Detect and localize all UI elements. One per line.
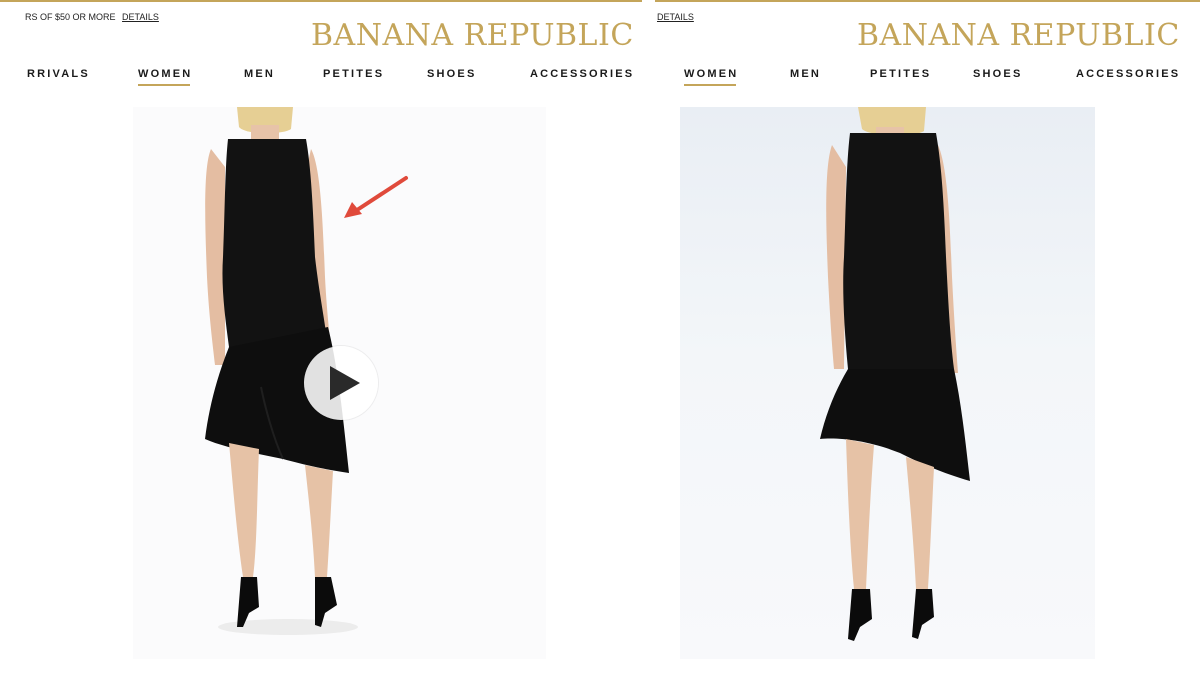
- play-video-button[interactable]: [304, 346, 378, 420]
- promo-text: RS OF $50 OR MORE: [25, 12, 116, 22]
- product-photo[interactable]: [680, 107, 1095, 659]
- nav-item-men[interactable]: MEN: [244, 68, 275, 80]
- nav-item-accessories[interactable]: ACCESSORIES: [530, 68, 634, 80]
- top-gold-rule: [0, 0, 642, 2]
- promo-banner: RS OF $50 OR MORE DETAILS: [25, 12, 159, 22]
- details-link[interactable]: DETAILS: [122, 12, 159, 22]
- details-link[interactable]: DETAILS: [657, 12, 694, 22]
- nav-item-men[interactable]: MEN: [790, 68, 821, 80]
- brand-logo[interactable]: BANANA REPUBLIC: [857, 18, 1180, 53]
- top-gold-rule: [655, 0, 1200, 2]
- nav-item-women[interactable]: WOMEN: [138, 68, 192, 86]
- nav-item-shoes[interactable]: SHOES: [427, 68, 477, 80]
- nav-item-petites[interactable]: PETITES: [870, 68, 931, 80]
- nav-item-women[interactable]: WOMEN: [684, 68, 738, 86]
- model-back-view-image: [820, 107, 970, 641]
- right-product-page: DETAILS BANANA REPUBLIC WOMEN MEN PETITE…: [655, 0, 1200, 679]
- promo-banner: DETAILS: [657, 12, 694, 22]
- left-product-page: RS OF $50 OR MORE DETAILS BANANA REPUBLI…: [0, 0, 642, 679]
- nav-item-shoes[interactable]: SHOES: [973, 68, 1023, 80]
- nav-item-accessories[interactable]: ACCESSORIES: [1076, 68, 1180, 80]
- play-icon: [330, 366, 360, 400]
- nav-item-petites[interactable]: PETITES: [323, 68, 384, 80]
- brand-logo[interactable]: BANANA REPUBLIC: [311, 18, 634, 53]
- red-arrow-icon: [340, 172, 412, 227]
- nav-item-new-arrivals[interactable]: RRIVALS: [27, 68, 90, 80]
